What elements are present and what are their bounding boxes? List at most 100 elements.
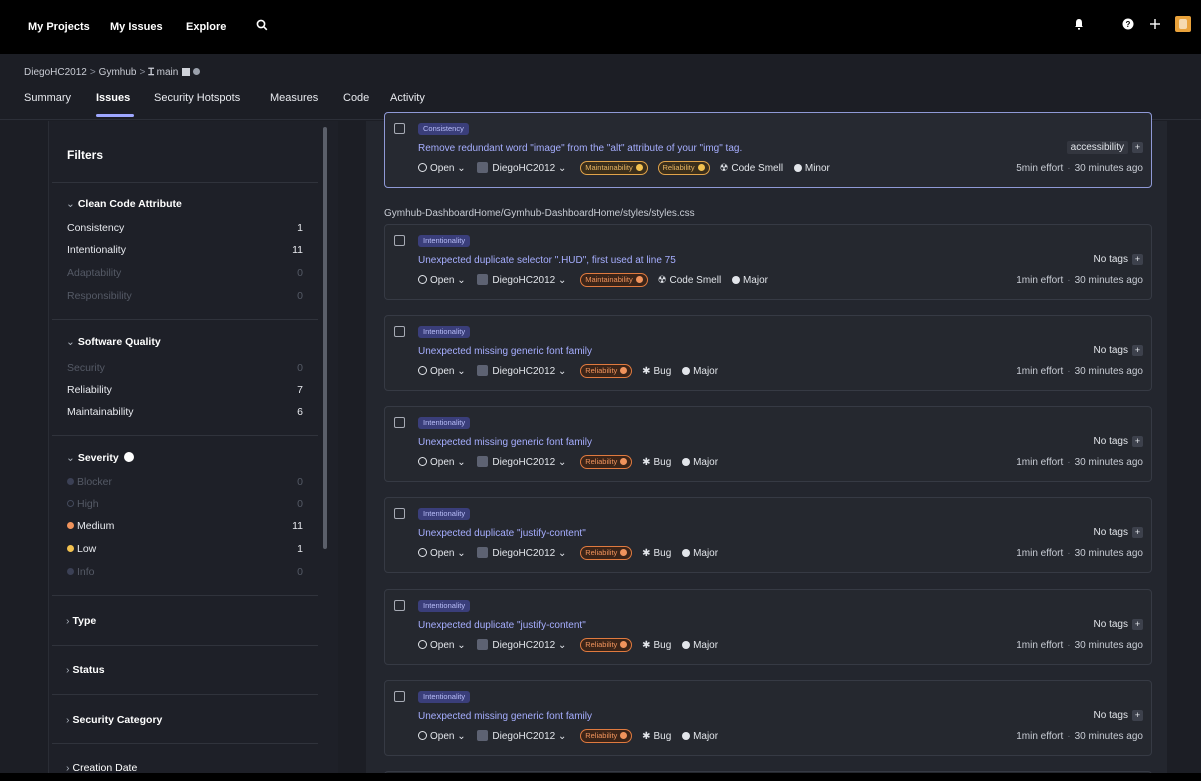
issue-tags[interactable]: No tags + — [1094, 710, 1143, 721]
issue-card[interactable]: Intentionality Unexpected missing generi… — [384, 406, 1152, 482]
issue-tags[interactable]: accessibility + — [1066, 141, 1143, 154]
facet-label: Info — [77, 566, 95, 578]
breadcrumb-branch[interactable]: main — [157, 67, 179, 78]
issue-message-link[interactable]: Unexpected missing generic font family — [418, 346, 592, 357]
nav-explore[interactable]: Explore — [186, 21, 226, 33]
tab-security-hotspots[interactable]: Security Hotspots — [154, 92, 240, 104]
issue-card[interactable]: Intentionality Unexpected missing generi… — [384, 680, 1152, 756]
software-quality-badge[interactable]: Reliability — [580, 546, 633, 560]
issue-card[interactable]: Consistency Remove redundant word "image… — [384, 112, 1152, 188]
facet-creation-date[interactable]: › Creation Date — [66, 762, 137, 774]
facet-status[interactable]: › Status — [66, 664, 105, 676]
issue-tags[interactable]: No tags + — [1094, 345, 1143, 356]
tab-code[interactable]: Code — [343, 92, 369, 104]
facet-item-responsibility[interactable]: Responsibility 0 — [67, 290, 303, 302]
issue-card[interactable] — [384, 771, 1152, 781]
issue-message-link[interactable]: Remove redundant word "image" from the "… — [418, 143, 742, 154]
issue-tags[interactable]: No tags + — [1094, 527, 1143, 538]
tab-measures[interactable]: Measures — [270, 92, 318, 104]
tab-activity[interactable]: Activity — [390, 92, 425, 104]
facet-item-intentionality[interactable]: Intentionality 11 — [67, 244, 303, 256]
search-icon[interactable] — [256, 19, 268, 31]
issue-tags[interactable]: No tags + — [1094, 436, 1143, 447]
status-dropdown[interactable]: Open ⌄ — [418, 274, 466, 286]
facet-item-security[interactable]: Security 0 — [67, 362, 303, 374]
issue-checkbox[interactable] — [394, 417, 405, 428]
status-dropdown[interactable]: Open ⌄ — [418, 547, 466, 559]
add-tag-icon[interactable]: + — [1132, 345, 1143, 356]
issue-tags[interactable]: No tags + — [1094, 254, 1143, 265]
facet-item-high[interactable]: High 0 — [67, 498, 303, 510]
facet-item-low[interactable]: Low 1 — [67, 543, 303, 555]
issue-checkbox[interactable] — [394, 123, 405, 134]
software-quality-badge[interactable]: Reliability — [580, 364, 633, 378]
add-tag-icon[interactable]: + — [1132, 619, 1143, 630]
facet-item-maintainability[interactable]: Maintainability 6 — [67, 406, 303, 418]
facet-item-reliability[interactable]: Reliability 7 — [67, 384, 303, 396]
breadcrumb-project[interactable]: Gymhub — [99, 67, 137, 78]
issue-card[interactable]: Intentionality Unexpected missing generi… — [384, 315, 1152, 391]
issue-message-link[interactable]: Unexpected missing generic font family — [418, 437, 592, 448]
tab-summary[interactable]: Summary — [24, 92, 71, 104]
nav-my-projects[interactable]: My Projects — [28, 21, 90, 33]
status-dropdown[interactable]: Open ⌄ — [418, 639, 466, 651]
help-icon[interactable]: ? — [1122, 18, 1134, 30]
facet-severity[interactable]: ⌄ Severity — [66, 452, 134, 464]
issue-checkbox[interactable] — [394, 508, 405, 519]
software-quality-badge[interactable]: Reliability — [580, 729, 633, 743]
facet-item-adaptability[interactable]: Adaptability 0 — [67, 267, 303, 279]
facet-security-category[interactable]: › Security Category — [66, 714, 162, 726]
issue-checkbox[interactable] — [394, 600, 405, 611]
assignee-dropdown[interactable]: DiegoHC2012 ⌄ — [477, 730, 566, 742]
add-tag-icon[interactable]: + — [1132, 254, 1143, 265]
status-dropdown[interactable]: Open ⌄ — [418, 162, 466, 174]
issue-card[interactable]: Intentionality Unexpected duplicate "jus… — [384, 589, 1152, 665]
add-tag-icon[interactable]: + — [1132, 710, 1143, 721]
bell-icon[interactable] — [1074, 18, 1084, 30]
issue-checkbox[interactable] — [394, 326, 405, 337]
status-dropdown[interactable]: Open ⌄ — [418, 730, 466, 742]
issue-message-link[interactable]: Unexpected duplicate "justify-content" — [418, 528, 586, 539]
software-quality-badge[interactable]: Reliability — [580, 455, 633, 469]
breadcrumb-org[interactable]: DiegoHC2012 — [24, 67, 87, 78]
issue-card[interactable]: Intentionality Unexpected duplicate sele… — [384, 224, 1152, 300]
facet-item-blocker[interactable]: Blocker 0 — [67, 476, 303, 488]
assignee-dropdown[interactable]: DiegoHC2012 ⌄ — [477, 274, 566, 286]
nav-my-issues[interactable]: My Issues — [110, 21, 163, 33]
software-quality-badge[interactable]: Reliability — [580, 638, 633, 652]
assignee-dropdown[interactable]: DiegoHC2012 ⌄ — [477, 162, 566, 174]
facet-item-consistency[interactable]: Consistency 1 — [67, 222, 303, 234]
issue-tags[interactable]: No tags + — [1094, 619, 1143, 630]
software-quality-badge[interactable]: Reliability — [657, 161, 710, 175]
issue-card[interactable]: Intentionality Unexpected duplicate "jus… — [384, 497, 1152, 573]
issue-checkbox[interactable] — [394, 235, 405, 246]
sidebar-scrollbar-thumb[interactable] — [323, 127, 327, 549]
plus-icon[interactable] — [1149, 18, 1161, 30]
facet-type[interactable]: › Type — [66, 615, 96, 627]
software-quality-badge[interactable]: Maintainability — [580, 161, 648, 175]
project-header: DiegoHC2012 > Gymhub > Ɪ main — [0, 54, 1201, 120]
facet-item-info[interactable]: Info 0 — [67, 566, 303, 578]
assignee-dropdown[interactable]: DiegoHC2012 ⌄ — [477, 639, 566, 651]
status-dropdown[interactable]: Open ⌄ — [418, 365, 466, 377]
add-tag-icon[interactable]: + — [1132, 142, 1143, 153]
add-tag-icon[interactable]: + — [1132, 436, 1143, 447]
facet-software-quality[interactable]: ⌄ Software Quality — [66, 336, 161, 348]
user-avatar[interactable] — [1175, 16, 1191, 32]
branch-info-icon[interactable] — [193, 68, 201, 75]
clean-code-attribute-badge: Intentionality — [418, 691, 471, 703]
facet-item-medium[interactable]: Medium 11 — [67, 520, 303, 532]
issue-checkbox[interactable] — [394, 691, 405, 702]
tab-issues[interactable]: Issues — [96, 92, 130, 104]
assignee-dropdown[interactable]: DiegoHC2012 ⌄ — [477, 365, 566, 377]
add-tag-icon[interactable]: + — [1132, 527, 1143, 538]
help-icon[interactable] — [123, 452, 134, 462]
assignee-dropdown[interactable]: DiegoHC2012 ⌄ — [477, 456, 566, 468]
issue-message-link[interactable]: Unexpected missing generic font family — [418, 711, 592, 722]
issue-message-link[interactable]: Unexpected duplicate "justify-content" — [418, 620, 586, 631]
software-quality-badge[interactable]: Maintainability — [580, 273, 648, 287]
issue-message-link[interactable]: Unexpected duplicate selector ".HUD", fi… — [418, 255, 676, 266]
assignee-dropdown[interactable]: DiegoHC2012 ⌄ — [477, 547, 566, 559]
status-dropdown[interactable]: Open ⌄ — [418, 456, 466, 468]
facet-clean-code-attribute[interactable]: ⌄ Clean Code Attribute — [66, 198, 182, 210]
